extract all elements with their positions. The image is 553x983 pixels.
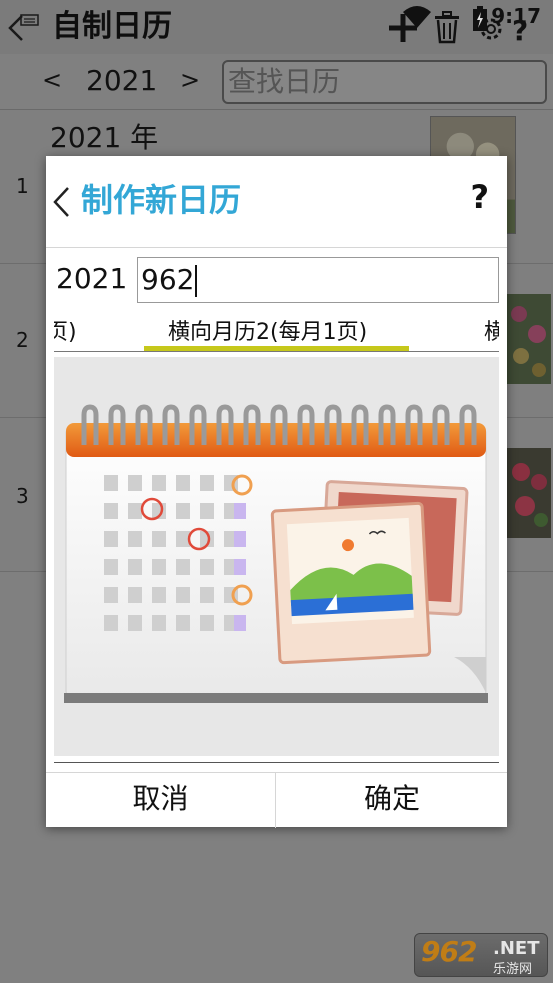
calendar-name-value: 962 xyxy=(141,263,195,296)
watermark-number: 962 xyxy=(421,935,477,968)
year-label: 2021 xyxy=(86,64,158,97)
watermark-net: .NET xyxy=(493,938,540,959)
next-year-button[interactable]: > xyxy=(180,66,200,94)
tab-current-template[interactable]: 横向月历2(每月1页) xyxy=(168,314,367,346)
search-input[interactable]: 查找日历 xyxy=(222,60,547,104)
template-preview[interactable] xyxy=(54,357,499,756)
prev-year-button[interactable]: < xyxy=(42,66,62,94)
year-bar: < 2021 > 查找日历 xyxy=(0,54,553,110)
app-title: 自制日历 xyxy=(52,9,172,44)
help-icon[interactable]: ? xyxy=(512,14,528,47)
dialog-header: 制作新日历 ? xyxy=(46,156,507,248)
calendar-name-input[interactable]: 962 xyxy=(137,257,499,303)
ok-button[interactable]: 确定 xyxy=(277,773,507,828)
dialog-help-button[interactable]: ? xyxy=(470,178,489,216)
watermark-sub: 乐游网 xyxy=(493,962,533,977)
divider xyxy=(54,762,499,763)
wifi-icon xyxy=(403,6,431,28)
row-number: 1 xyxy=(16,174,29,198)
template-tabs[interactable]: 页) 横向月历2(每月1页) 横 xyxy=(54,308,499,352)
tab-indicator xyxy=(144,346,409,351)
site-watermark: 962 .NET 乐游网 xyxy=(414,933,548,977)
cancel-button[interactable]: 取消 xyxy=(46,773,276,828)
desk-calendar-illustration xyxy=(64,404,488,703)
dialog-buttons: 取消 确定 xyxy=(46,772,507,828)
dialog-year: 2021 xyxy=(56,262,128,295)
tab-prev-template[interactable]: 页) xyxy=(54,314,77,346)
row-title: 2021 年 xyxy=(50,121,159,154)
keyboard-back-icon[interactable] xyxy=(6,10,40,44)
flower-thumbnail xyxy=(505,294,551,384)
new-calendar-dialog: 制作新日历 ? 2021 962 页) 横向月历2(每月1页) 横 xyxy=(46,156,507,828)
flower-thumbnail xyxy=(505,448,551,538)
tab-next-template[interactable]: 横 xyxy=(484,314,499,346)
text-caret xyxy=(195,265,198,297)
back-chevron-icon[interactable] xyxy=(52,186,72,218)
row-number: 2 xyxy=(16,328,29,352)
row-number: 3 xyxy=(16,484,29,508)
dialog-title: 制作新日历 xyxy=(81,181,242,219)
trash-icon[interactable] xyxy=(432,8,462,46)
title-bar: 自制日历 9:17 ? xyxy=(0,0,553,54)
